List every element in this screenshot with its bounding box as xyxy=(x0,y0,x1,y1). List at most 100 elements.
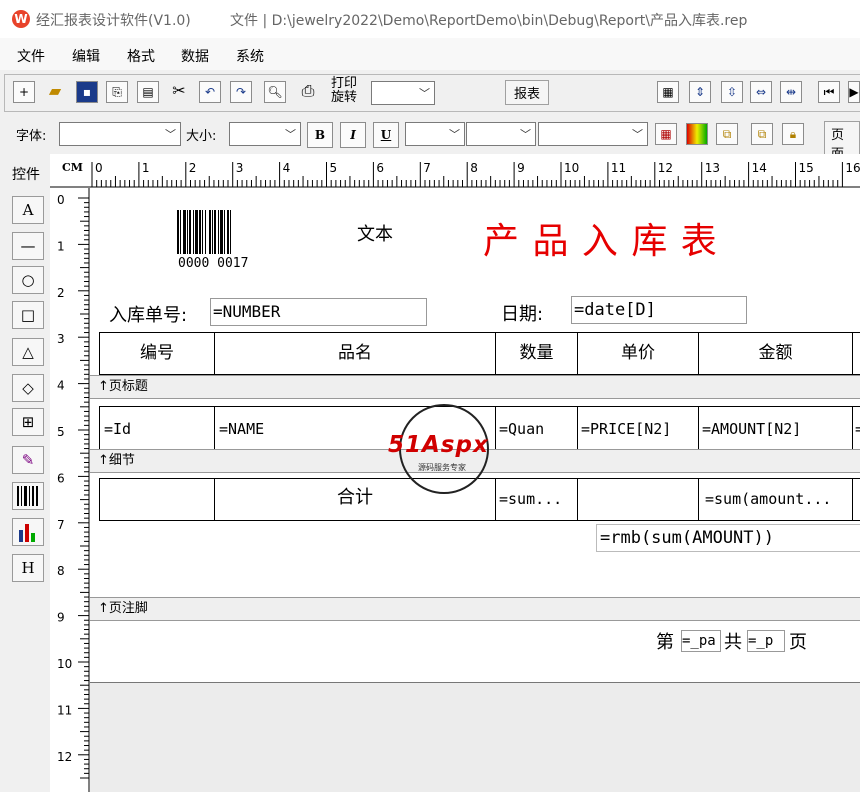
total-amount[interactable]: =sum(amount... xyxy=(698,478,853,521)
redo-icon[interactable]: ↷ xyxy=(230,81,252,103)
border-select[interactable]: ﹀ xyxy=(538,122,648,146)
order-label[interactable]: 入库单号: xyxy=(109,301,187,327)
detail-price[interactable]: =PRICE[N2] xyxy=(577,406,699,450)
preview-icon[interactable]: 🔍︎ xyxy=(264,81,286,103)
grid-icon[interactable]: ▦ xyxy=(657,81,679,103)
bold-button[interactable]: B xyxy=(307,122,333,148)
menu-system[interactable]: 系统 xyxy=(236,46,264,66)
date-label[interactable]: 日期: xyxy=(501,300,543,326)
open-icon[interactable]: ▰ xyxy=(44,81,66,103)
menu-edit[interactable]: 编辑 xyxy=(72,46,100,66)
title-bar: W 经汇报表设计软件(V1.0) 文件 | D:\jewelry2022\Dem… xyxy=(0,0,860,38)
file-path: 文件 | D:\jewelry2022\Demo\ReportDemo\bin\… xyxy=(230,13,748,29)
text-tool-icon[interactable]: A xyxy=(12,196,44,224)
valign-select[interactable]: ﹀ xyxy=(466,122,536,146)
detail-id[interactable]: =Id xyxy=(99,406,215,450)
detail-extra[interactable]: = xyxy=(852,406,860,450)
size-label: 大小: xyxy=(186,129,217,144)
total-price-blank[interactable] xyxy=(577,478,699,521)
page-mid[interactable]: 共 xyxy=(724,628,742,654)
rect-tool-icon[interactable]: □ xyxy=(12,301,44,329)
report-title[interactable]: 产 品 入 库 表 xyxy=(483,212,718,264)
ruler-label: 3 xyxy=(236,161,244,175)
band-label: ↑页标题 xyxy=(98,379,148,394)
font-select[interactable]: ﹀ xyxy=(59,122,181,146)
band-footer[interactable]: ↑页注脚 xyxy=(90,597,860,621)
align-select[interactable]: ﹀ xyxy=(405,122,465,146)
bring-front-icon[interactable]: ⧉ xyxy=(716,123,738,145)
rotate-select[interactable]: ﹀ xyxy=(371,81,435,105)
italic-button[interactable]: I xyxy=(340,122,366,148)
band-page-header[interactable]: ↑页标题 xyxy=(90,375,860,399)
watermark-text: 51Aspx xyxy=(388,432,489,458)
copy-icon[interactable]: ⎘ xyxy=(106,81,128,103)
bar-chart-glyph-icon xyxy=(19,524,35,542)
band-label: ↑细节 xyxy=(98,453,135,468)
barcode[interactable] xyxy=(177,210,265,254)
page-total-field[interactable]: =_p xyxy=(747,630,785,652)
header-extra[interactable] xyxy=(852,332,860,375)
detail-qty[interactable]: =Quan xyxy=(495,406,578,450)
header-price[interactable]: 单价 xyxy=(577,332,699,375)
barcode-glyph-icon xyxy=(17,486,38,506)
total-qty[interactable]: =sum... xyxy=(495,478,578,521)
new-icon[interactable]: + xyxy=(13,81,35,103)
text-label[interactable]: 文本 xyxy=(357,220,393,246)
save-icon[interactable]: ▪ xyxy=(76,81,98,103)
hspace-icon[interactable]: ⇔ xyxy=(750,81,772,103)
print-rotate-label: 打印 旋转 xyxy=(331,76,358,105)
circle-tool-icon[interactable]: ○ xyxy=(12,266,44,294)
header-amount[interactable]: 金额 xyxy=(698,332,853,375)
hcenter-icon[interactable]: ⇹ xyxy=(780,81,802,103)
header-name[interactable]: 品名 xyxy=(214,332,496,375)
ruler-label: 11 xyxy=(611,161,626,175)
total-extra[interactable] xyxy=(852,478,860,521)
ruler-label: 2 xyxy=(57,286,65,300)
ruler-label: 7 xyxy=(57,518,65,532)
chart-tool-icon[interactable] xyxy=(12,518,44,546)
ruler-label: 5 xyxy=(330,161,338,175)
undo-icon[interactable]: ↶ xyxy=(199,81,221,103)
menu-data[interactable]: 数据 xyxy=(181,46,209,66)
vcenter-icon[interactable]: ⇕ xyxy=(689,81,711,103)
underline-button[interactable]: U xyxy=(373,122,399,148)
table-color-icon[interactable]: ▦ xyxy=(655,123,677,145)
triangle-tool-icon[interactable]: △ xyxy=(12,338,44,366)
design-canvas[interactable]: 0000 0017 文本 产 品 入 库 表 入库单号: =NUMBER 日期:… xyxy=(90,188,860,792)
band-label: ↑页注脚 xyxy=(98,601,148,616)
image-tool-icon[interactable]: ✎ xyxy=(12,446,44,474)
page-suffix[interactable]: 页 xyxy=(789,628,807,654)
menu-format[interactable]: 格式 xyxy=(127,46,155,66)
barcode-tool-icon[interactable] xyxy=(12,482,44,510)
total-blank[interactable] xyxy=(99,478,215,521)
page-number-field[interactable]: =_pa xyxy=(681,630,721,652)
header-id[interactable]: 编号 xyxy=(99,332,215,375)
menu-file[interactable]: 文件 xyxy=(17,46,45,66)
send-back-icon[interactable]: ⧉ xyxy=(751,123,773,145)
ruler-label: 14 xyxy=(752,161,767,175)
page-prefix[interactable]: 第 xyxy=(656,628,674,654)
rmb-field[interactable]: =rmb(sum(AMOUNT)) xyxy=(596,524,860,552)
paste-icon[interactable]: ▤ xyxy=(137,81,159,103)
table-tool-icon[interactable]: ⊞ xyxy=(12,408,44,436)
date-field[interactable]: =date[D] xyxy=(571,296,747,324)
size-select[interactable]: ﹀ xyxy=(229,122,301,146)
report-button[interactable]: 报表 xyxy=(505,80,550,105)
html-tool-icon[interactable]: H xyxy=(12,554,44,582)
lock-icon[interactable]: 🔒︎ xyxy=(782,123,804,145)
vspace-icon[interactable]: ⇳ xyxy=(721,81,743,103)
line-tool-icon[interactable]: — xyxy=(12,232,44,260)
ruler-label: 2 xyxy=(189,161,197,175)
header-qty[interactable]: 数量 xyxy=(495,332,578,375)
diamond-tool-icon[interactable]: ◇ xyxy=(12,374,44,402)
order-field[interactable]: =NUMBER xyxy=(210,298,427,326)
prev-page-icon[interactable]: ▶ xyxy=(848,81,860,103)
ruler-label: 8 xyxy=(470,161,478,175)
color-icon[interactable] xyxy=(686,123,708,145)
detail-amount[interactable]: =AMOUNT[N2] xyxy=(698,406,853,450)
first-page-icon[interactable]: ⏮ xyxy=(818,81,840,103)
vruler-ticks: 0123456789101112 xyxy=(57,188,90,792)
cut-icon[interactable]: ✂ xyxy=(168,81,190,103)
ruler-label: 4 xyxy=(57,379,65,393)
print-icon[interactable]: ⎙ xyxy=(297,81,319,103)
